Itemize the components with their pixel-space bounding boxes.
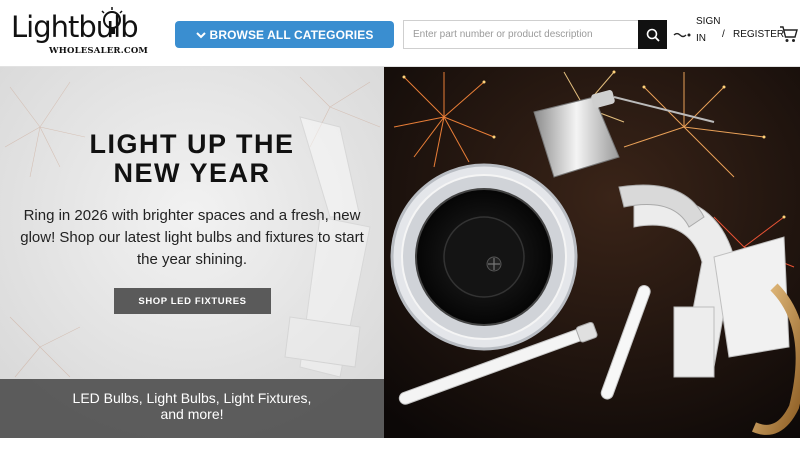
site-header: Lightbulb WHOLESALER.COM BROWSE ALL CATE… [0,0,800,67]
hero-banner[interactable]: LIGHT UP THE NEW YEAR Ring in 2026 with … [0,67,800,438]
logo-subtext: WHOLESALER.COM [49,46,149,56]
hero-product-illustration [384,67,800,438]
sign-in-link[interactable]: SIGN IN [696,13,720,47]
hero-title: LIGHT UP THE NEW YEAR [20,130,364,188]
shop-led-fixtures-button[interactable]: SHOP LED FIXTURES [114,288,271,314]
flag-icon[interactable] [673,30,693,40]
sign-in-label-line1: SIGN [696,16,721,27]
hero-band-text: LED Bulbs, Light Bulbs, Light Fixtures, … [72,390,312,422]
hero-subtitle: Ring in 2026 with brighter spaces and a … [20,207,364,268]
browse-categories-button[interactable]: BROWSE ALL CATEGORIES [175,21,394,48]
search-icon [646,28,660,42]
hero-title-line2: NEW YEAR [113,158,271,188]
hero-product-image [384,67,800,438]
site-logo[interactable]: Lightbulb WHOLESALER.COM [11,7,148,60]
register-link[interactable]: REGISTER [733,29,784,40]
search-input[interactable] [404,21,638,48]
bulb-icon [101,7,123,34]
hero-category-band: LED Bulbs, Light Bulbs, Light Fixtures, … [0,379,384,438]
chevron-down-icon [195,31,206,38]
browse-categories-label: BROWSE ALL CATEGORIES [209,27,374,42]
hero-text-panel: LIGHT UP THE NEW YEAR Ring in 2026 with … [0,67,384,438]
account-separator: / [722,29,725,40]
search-bar [403,20,667,49]
sign-in-label-line2: IN [696,33,706,44]
cart-icon[interactable] [779,25,798,43]
hero-title-line1: LIGHT UP THE [89,129,295,159]
search-button[interactable] [638,20,667,49]
page-bottom-strip [0,438,800,450]
